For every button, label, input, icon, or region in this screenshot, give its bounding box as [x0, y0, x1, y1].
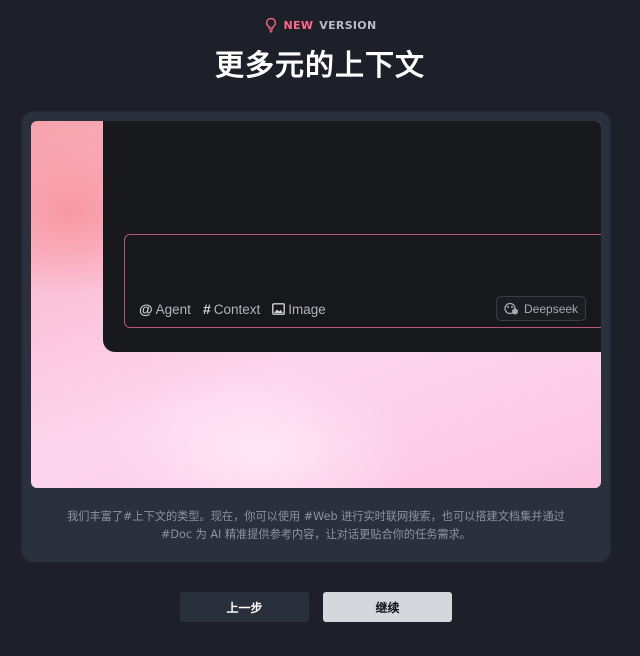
chip-agent-label: Agent [155, 301, 191, 317]
model-icon [504, 302, 519, 315]
previous-step-button[interactable]: 上一步 [180, 592, 309, 622]
description-line-1: 我们丰富了#上下文的类型。现在，你可以使用 #Web 进行实时联网搜索，也可以搭… [67, 510, 565, 523]
feature-card: @ Agent # Context Image Deepseek 我们丰富了#上… [22, 112, 610, 562]
preview-app-window: @ Agent # Context Image Deepseek [103, 121, 601, 352]
chip-context-label: Context [213, 301, 261, 317]
composer-chips: @ Agent # Context Image [139, 301, 326, 317]
continue-button[interactable]: 继续 [323, 592, 452, 622]
chip-image-label: Image [288, 301, 326, 317]
image-icon [272, 303, 286, 315]
badge-new-text: NEW [283, 18, 314, 32]
page-title: 更多元的上下文 [214, 48, 425, 82]
chip-agent: @ Agent [139, 301, 191, 317]
chip-image: Image [272, 302, 326, 317]
preview-composer: @ Agent # Context Image Deepseek [124, 234, 601, 328]
model-label: Deepseek [524, 301, 579, 316]
onboarding-page: NEW VERSION 更多元的上下文 @ Agent # Context Im… [0, 0, 640, 656]
description-line-2: #Doc 为 AI 精准提供参考内容，让对话更贴合你的任务需求。 [161, 528, 471, 541]
feature-description: 我们丰富了#上下文的类型。现在，你可以使用 #Web 进行实时联网搜索，也可以搭… [42, 508, 590, 544]
feature-preview-image: @ Agent # Context Image Deepseek [31, 121, 601, 488]
new-version-badge: NEW VERSION [0, 17, 640, 33]
model-selector: Deepseek [496, 296, 586, 321]
at-icon: @ [139, 301, 153, 317]
hash-icon: # [202, 301, 211, 317]
chip-context: # Context [203, 301, 260, 317]
lightbulb-icon [264, 17, 278, 33]
badge-version-text: VERSION [319, 18, 377, 32]
